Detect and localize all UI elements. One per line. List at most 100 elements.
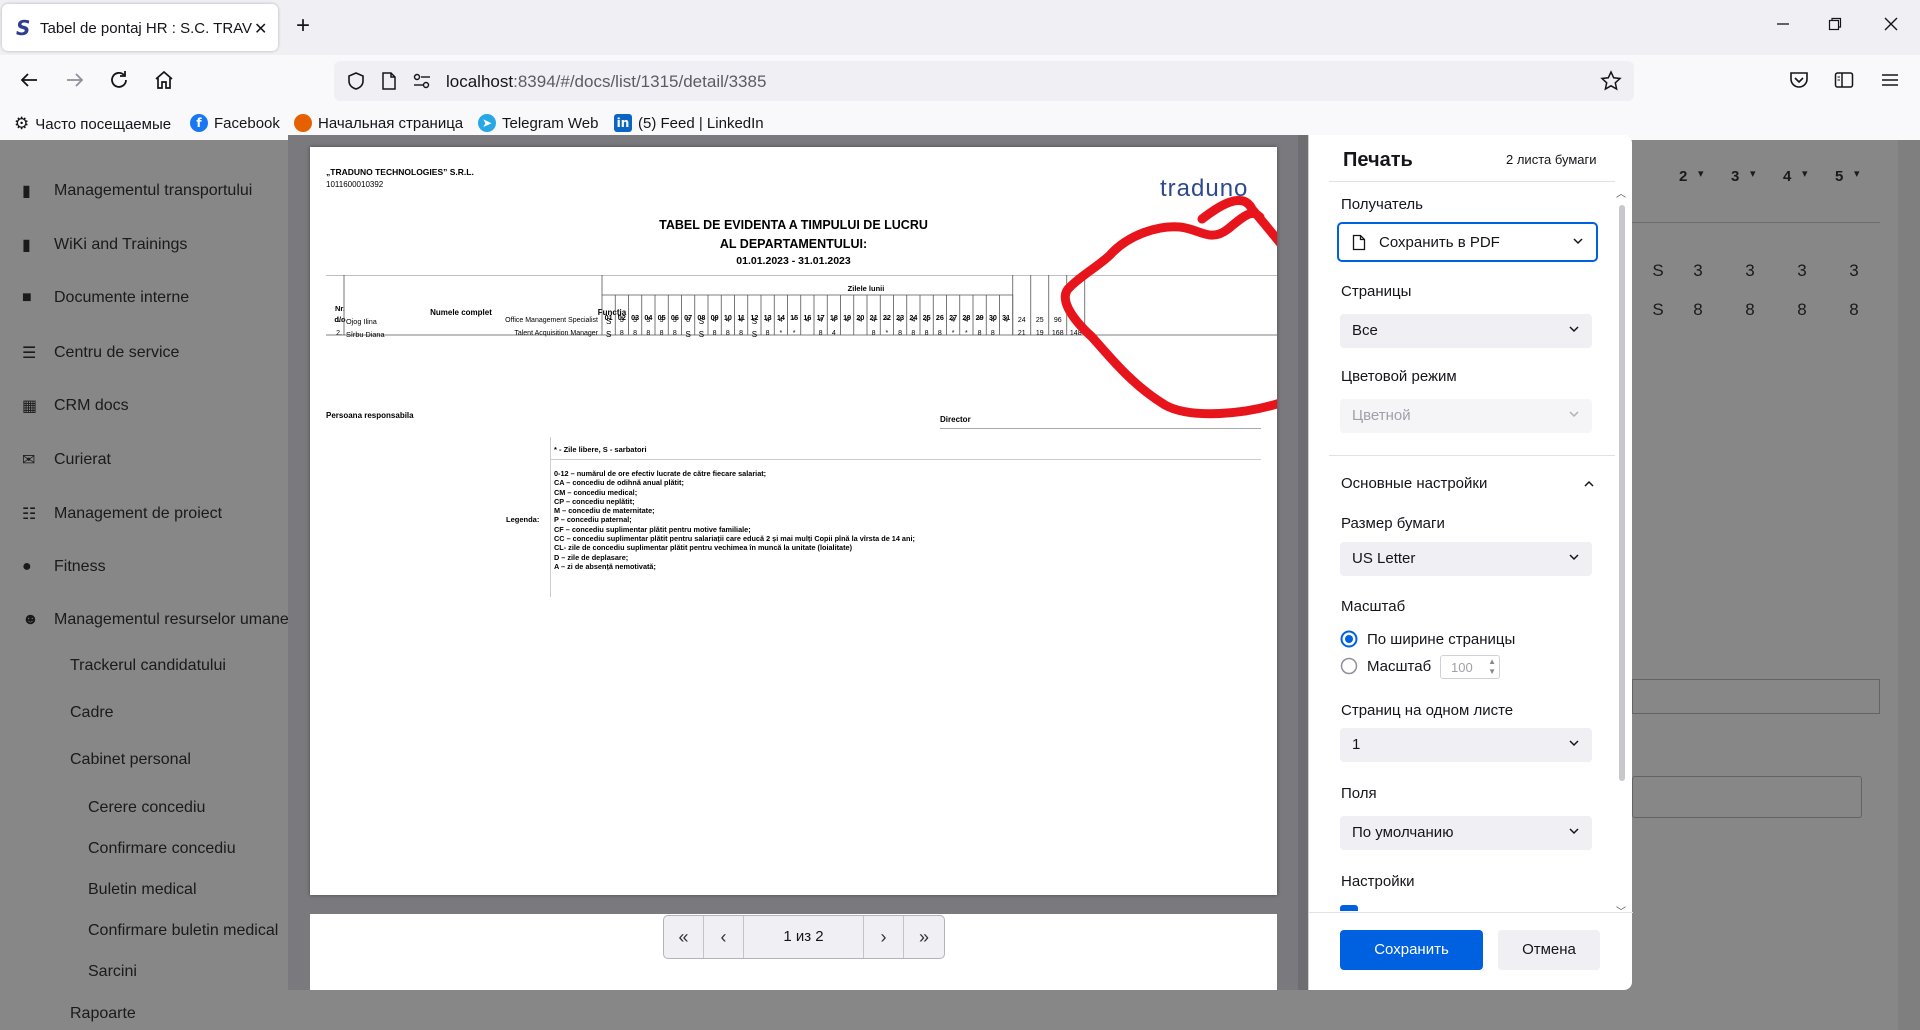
cancel-button[interactable]: Отмена [1498,930,1600,970]
day-cell: * [965,330,968,337]
responsible-label: Persoana responsabila [326,411,414,420]
day-cell: 3 [619,317,624,324]
page-icon[interactable] [380,71,398,91]
scale-custom-radio[interactable] [1340,657,1358,675]
paper-size-select[interactable]: US Letter [1340,542,1592,576]
day-cell: 8 [646,330,651,337]
destination-label: Получатель [1341,196,1423,213]
pages-per-sheet-value: 1 [1352,736,1361,753]
day-cell: 3 [633,317,638,324]
document-period: 01.01.2023 - 31.01.2023 [736,255,851,267]
day-cell: 8 [818,330,823,337]
day-cell: S [698,330,705,339]
url-path: :8394/#/docs/list/1315/detail/3385 [513,72,767,91]
color-mode-select[interactable]: Цветной [1340,399,1592,433]
day-cell: 8 [619,330,624,337]
legend-free-days: * - Zile libere, S - sarbatori [554,445,647,454]
document-icon [1352,234,1366,251]
telegram-icon: ➤ [478,114,496,132]
company-name: „TRADUNO TECHNOLOGIES” S.R.L. [326,167,474,177]
restore-icon[interactable] [1827,16,1843,32]
day-cell: 8 [739,330,744,337]
day-cell: 3 [646,317,651,324]
day-cell: 4 [898,317,903,324]
day-cell: 4 [831,330,836,337]
url-text[interactable]: localhost:8394/#/docs/list/1315/detail/3… [446,72,766,92]
chevron-down-icon [1568,408,1580,420]
day-cell: * [792,317,796,324]
pocket-icon[interactable] [1788,69,1810,91]
legend-line: CA – concediu de odihnă anual plătit; [554,478,684,488]
paper-size-value: US Letter [1352,550,1416,567]
basic-settings-toggle[interactable]: Основные настройки [1341,475,1487,492]
save-button[interactable]: Сохранить [1340,930,1483,970]
bookmark-most-visited[interactable]: ⚙ Часто посещаемые [14,114,171,134]
day-cell: * [885,317,889,324]
next-page-button[interactable]: › [864,916,904,958]
employee-function: Office Management Specialist [505,317,598,324]
chevron-up-icon[interactable] [1583,478,1595,490]
day-cell: 3 [659,317,664,324]
destination-select[interactable]: Сохранить в PDF [1337,222,1598,262]
close-tab-icon[interactable]: ✕ [254,19,267,39]
first-page-button[interactable]: « [664,916,704,958]
bookmark-star-icon[interactable] [1600,70,1622,92]
url-host: localhost [446,72,514,91]
spinner-icon[interactable]: ▲ ▼ [1488,657,1496,677]
bookmark-facebook[interactable]: f Facebook [190,114,280,132]
day-cell: 4 [818,317,823,324]
day-cell: 4 [990,317,995,324]
sidebar-toggle-icon[interactable] [1833,69,1855,91]
scale-input[interactable]: 100 ▲ ▼ [1440,655,1500,679]
day-cell: 4 [911,317,916,324]
browser-tab[interactable]: S Tabel de pontaj HR : S.C. TRAVO ✕ [2,4,278,51]
bookmark-start-page[interactable]: Начальная страница [294,114,463,132]
new-tab-icon[interactable]: + [296,14,310,38]
preview-scrollbar[interactable] [1298,135,1308,990]
employee-name: Sîrbu Diana [346,330,385,339]
day-cell: 8 [937,330,942,337]
reload-icon[interactable] [108,69,130,91]
bookmark-telegram[interactable]: ➤ Telegram Web [478,114,598,132]
pages-select[interactable]: Все [1340,314,1592,348]
forward-icon[interactable] [64,69,86,91]
bookmark-label: Facebook [214,114,280,132]
preview-pager: « ‹ 1 из 2 › » [663,915,945,959]
prev-page-button[interactable]: ‹ [704,916,744,958]
row-nr: 1. [336,317,342,324]
company-idno: 1011600010392 [326,180,384,189]
destination-value: Сохранить в PDF [1379,234,1500,251]
menu-icon[interactable] [1879,69,1901,91]
close-window-icon[interactable] [1883,16,1899,32]
legend-line: D – zile de deplasare; [554,552,629,562]
employee-name: Ojog Ilina [346,317,377,326]
minimize-icon[interactable] [1775,16,1791,32]
dialog-scrollbar[interactable]: ︿ ﹀ [1615,185,1629,985]
day-cell: 8 [911,330,916,337]
back-icon[interactable] [18,69,40,91]
home-icon[interactable] [153,69,175,91]
permissions-icon[interactable] [412,72,432,90]
day-cell: 4 [858,317,863,324]
margins-value: По умолчанию [1352,824,1454,841]
color-mode-label: Цветовой режим [1341,368,1457,385]
total-cell: 24 [1017,317,1026,324]
day-cell: 4 [951,317,956,324]
pages-per-sheet-select[interactable]: 1 [1340,728,1592,762]
tab-bar: S Tabel de pontaj HR : S.C. TRAVO ✕ + [0,0,1920,55]
pages-value: Все [1352,322,1378,339]
bookmark-linkedin[interactable]: in (5) Feed | LinkedIn [614,114,764,132]
total-cell: 25 [1035,317,1044,324]
day-cell: 4 [725,317,730,324]
chevron-down-icon [1568,737,1580,749]
pages-label: Страницы [1341,283,1412,300]
scale-fit-radio[interactable] [1340,630,1358,648]
last-page-button[interactable]: » [904,916,944,958]
settings-checkbox[interactable] [1340,905,1358,911]
shield-icon[interactable] [346,71,366,91]
scale-label: Масштаб [1341,598,1406,615]
total-cell: 19 [1035,330,1044,337]
timesheet-table: Nr. d/o Numele complet Funcția Zilele lu… [326,275,1277,393]
margins-select[interactable]: По умолчанию [1340,816,1592,850]
address-bar[interactable]: localhost:8394/#/docs/list/1315/detail/3… [334,61,1634,101]
